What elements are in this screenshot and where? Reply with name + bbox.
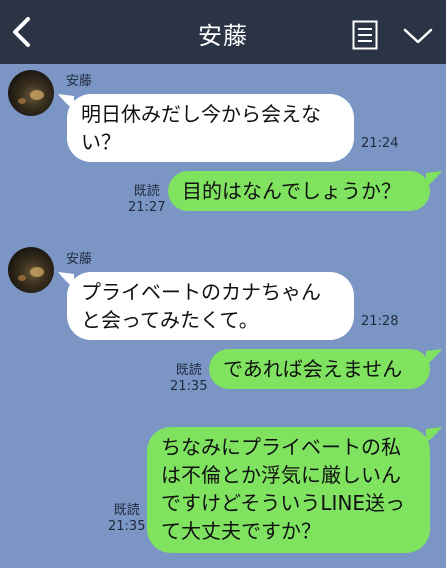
- read-receipt: 既読: [113, 503, 140, 518]
- avatar[interactable]: [8, 247, 54, 293]
- chevron-down-icon[interactable]: [402, 26, 434, 46]
- bubble-tail: [426, 349, 442, 365]
- message-time: 21:35: [108, 519, 146, 534]
- message-bubble-outgoing[interactable]: ちなみにプライベートの私は不倫とか浮気に厳しいんですけどそういうLINE送って大…: [147, 427, 430, 553]
- bubble-tail: [426, 427, 442, 443]
- message-time: 21:24: [361, 136, 399, 151]
- message-text: であれば会えません: [223, 357, 403, 381]
- message-text: プライベートのカナちゃんと会ってみたくて。: [81, 280, 321, 332]
- message-text: 目的はなんでしょうか？: [182, 179, 401, 203]
- message-meta: 既読 21:27: [128, 184, 165, 216]
- message-text: ちなみにプライベートの私は不倫とか浮気に厳しいんですけどそういうLINE送って大…: [161, 435, 406, 543]
- sender-name: 安藤: [66, 252, 93, 267]
- avatar[interactable]: [8, 70, 54, 116]
- read-receipt: 既読: [133, 184, 160, 199]
- sender-name: 安藤: [66, 74, 93, 89]
- message-time: 21:35: [170, 379, 208, 394]
- message-bubble-outgoing[interactable]: 目的はなんでしょうか？: [168, 171, 430, 211]
- list-icon[interactable]: [352, 20, 378, 50]
- message-meta: 既読 21:35: [170, 363, 207, 395]
- message-bubble-incoming[interactable]: プライベートのカナちゃんと会ってみたくて。: [67, 272, 354, 340]
- message-time: 21:28: [361, 314, 399, 329]
- message-time: 21:27: [128, 200, 166, 215]
- message-text: 明日休みだし今から会えない？: [81, 102, 321, 154]
- message-meta: 既読 21:35: [108, 503, 145, 535]
- message-bubble-incoming[interactable]: 明日休みだし今から会えない？: [67, 94, 354, 162]
- message-bubble-outgoing[interactable]: であれば会えません: [209, 349, 430, 389]
- read-receipt: 既読: [175, 363, 202, 378]
- bubble-tail: [426, 171, 442, 187]
- chat-title: 安藤: [198, 22, 248, 50]
- chat-header: 安藤: [0, 0, 446, 64]
